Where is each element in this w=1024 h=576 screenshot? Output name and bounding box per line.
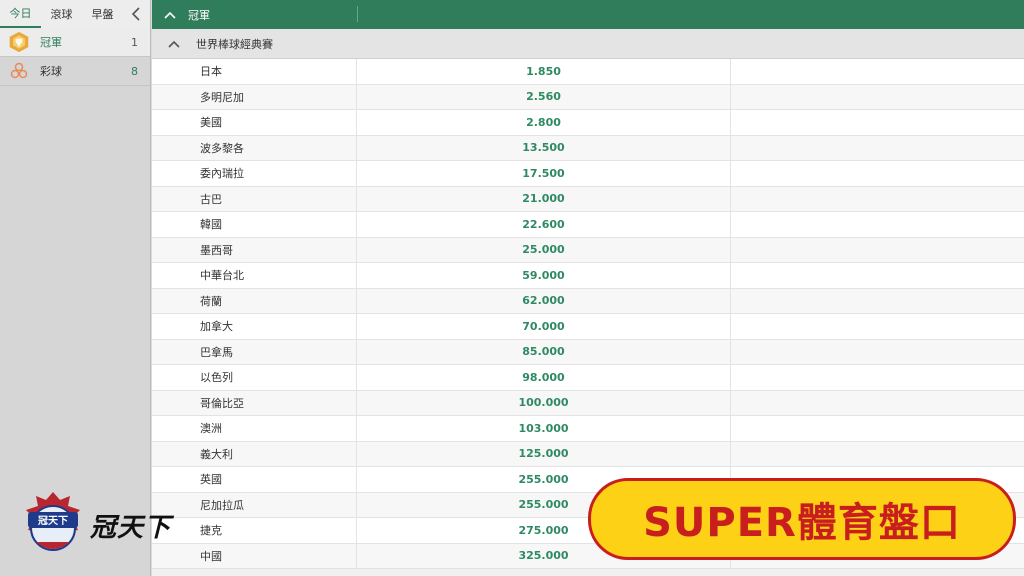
empty-cell (731, 59, 1024, 84)
empty-cell (731, 314, 1024, 339)
team-name: 波多黎各 (152, 135, 357, 160)
league-name: 世界棒球經典賽 (196, 37, 273, 51)
table-row: 哥倫比亞 100.000 (152, 390, 1024, 416)
team-name: 古巴 (152, 186, 357, 211)
odds-value[interactable]: 100.000 (357, 390, 731, 415)
table-row: 義大利 125.000 (152, 441, 1024, 467)
odds-value[interactable]: 1.850 (357, 59, 731, 84)
table-row: 波多黎各 13.500 (152, 135, 1024, 161)
odds-value[interactable]: 25.000 (357, 237, 731, 262)
app: 今日 滾球 早盤 冠軍 1 彩球 8 冠軍 世界棒球經典賽 日本 1.850 多… (0, 0, 1024, 576)
team-name: 委內瑞拉 (152, 161, 357, 186)
section-header: 冠軍 (152, 0, 1024, 29)
team-name: 以色列 (152, 365, 357, 390)
team-name: 加拿大 (152, 314, 357, 339)
table-row: 古巴 21.000 (152, 186, 1024, 212)
table-row: 以色列 98.000 (152, 365, 1024, 391)
odds-value[interactable]: 98.000 (357, 365, 731, 390)
team-name: 捷克 (152, 518, 357, 543)
empty-cell (731, 212, 1024, 237)
sidebar-item-label: 彩球 (40, 65, 62, 78)
sidebar-item-count: 1 (131, 35, 138, 49)
lottery-balls-icon (8, 60, 30, 82)
team-name: 中華台北 (152, 263, 357, 288)
empty-cell (731, 391, 1024, 416)
table-row: 巴拿馬 85.000 (152, 339, 1024, 365)
team-name: 荷蘭 (152, 288, 357, 313)
odds-value[interactable]: 22.600 (357, 212, 731, 237)
odds-value[interactable]: 103.000 (357, 416, 731, 441)
team-name: 美國 (152, 110, 357, 135)
tab-early[interactable]: 早盤 (82, 0, 123, 28)
odds-value[interactable]: 17.500 (357, 161, 731, 186)
odds-value[interactable]: 125.000 (357, 441, 731, 466)
empty-cell (731, 365, 1024, 390)
odds-value[interactable]: 2.560 (357, 84, 731, 109)
team-name: 墨西哥 (152, 237, 357, 262)
empty-cell (731, 187, 1024, 212)
table-row: 澳洲 103.000 (152, 416, 1024, 442)
tab-today[interactable]: 今日 (0, 0, 41, 28)
team-name: 哥倫比亞 (152, 390, 357, 415)
section-title: 冠軍 (188, 8, 210, 22)
trophy-icon (8, 31, 30, 53)
odds-value[interactable]: 70.000 (357, 314, 731, 339)
team-name: 多明尼加 (152, 84, 357, 109)
empty-cell (731, 340, 1024, 365)
chevron-left-icon[interactable] (128, 4, 144, 24)
table-row: 美國 2.800 (152, 110, 1024, 136)
league-header[interactable]: 世界棒球經典賽 (152, 29, 1024, 59)
brand-logo: 冠天下 冠天下 (22, 490, 171, 560)
team-name: 巴拿馬 (152, 339, 357, 364)
team-name: 尼加拉瓜 (152, 492, 357, 517)
team-name: 義大利 (152, 441, 357, 466)
header-divider (357, 6, 358, 22)
odds-value[interactable]: 59.000 (357, 263, 731, 288)
table-row: 加拿大 70.000 (152, 314, 1024, 340)
table-row: 墨西哥 25.000 (152, 237, 1024, 263)
logo-badge-icon: 冠天下 (26, 492, 80, 551)
chevron-up-icon[interactable] (152, 8, 188, 22)
promo-banner-text: SUPER體育盤口 (643, 500, 961, 546)
promo-banner: SUPER體育盤口 (588, 478, 1016, 560)
empty-cell (731, 238, 1024, 263)
empty-cell (731, 442, 1024, 467)
sidebar-tabs: 今日 滾球 早盤 (0, 0, 150, 28)
table-row: 中華台北 59.000 (152, 263, 1024, 289)
sidebar-item-count: 8 (131, 64, 138, 78)
odds-value[interactable]: 62.000 (357, 288, 731, 313)
odds-value[interactable]: 13.500 (357, 135, 731, 160)
empty-cell (731, 416, 1024, 441)
sidebar-item-lottery[interactable]: 彩球 8 (0, 57, 150, 86)
table-row: 日本 1.850 (152, 59, 1024, 85)
empty-cell (731, 289, 1024, 314)
team-name: 澳洲 (152, 416, 357, 441)
tab-live[interactable]: 滾球 (41, 0, 82, 28)
empty-cell (731, 263, 1024, 288)
logo-badge-text: 冠天下 (38, 515, 68, 527)
table-row: 荷蘭 62.000 (152, 288, 1024, 314)
odds-value[interactable]: 85.000 (357, 339, 731, 364)
empty-cell (731, 161, 1024, 186)
brand-text: 冠天下 (90, 512, 172, 543)
chevron-up-icon[interactable] (152, 37, 196, 51)
team-name: 英國 (152, 467, 357, 492)
sidebar-item-label: 冠軍 (40, 36, 62, 49)
empty-cell (731, 85, 1024, 110)
team-name: 中國 (152, 543, 357, 568)
sidebar-item-champion[interactable]: 冠軍 1 (0, 28, 150, 57)
empty-cell (731, 110, 1024, 135)
table-row: 多明尼加 2.560 (152, 84, 1024, 110)
odds-value[interactable]: 2.800 (357, 110, 731, 135)
table-row: 韓國 22.600 (152, 212, 1024, 238)
team-name: 日本 (152, 59, 357, 84)
team-name: 韓國 (152, 212, 357, 237)
odds-value[interactable]: 21.000 (357, 186, 731, 211)
table-row: 委內瑞拉 17.500 (152, 161, 1024, 187)
empty-cell (731, 136, 1024, 161)
